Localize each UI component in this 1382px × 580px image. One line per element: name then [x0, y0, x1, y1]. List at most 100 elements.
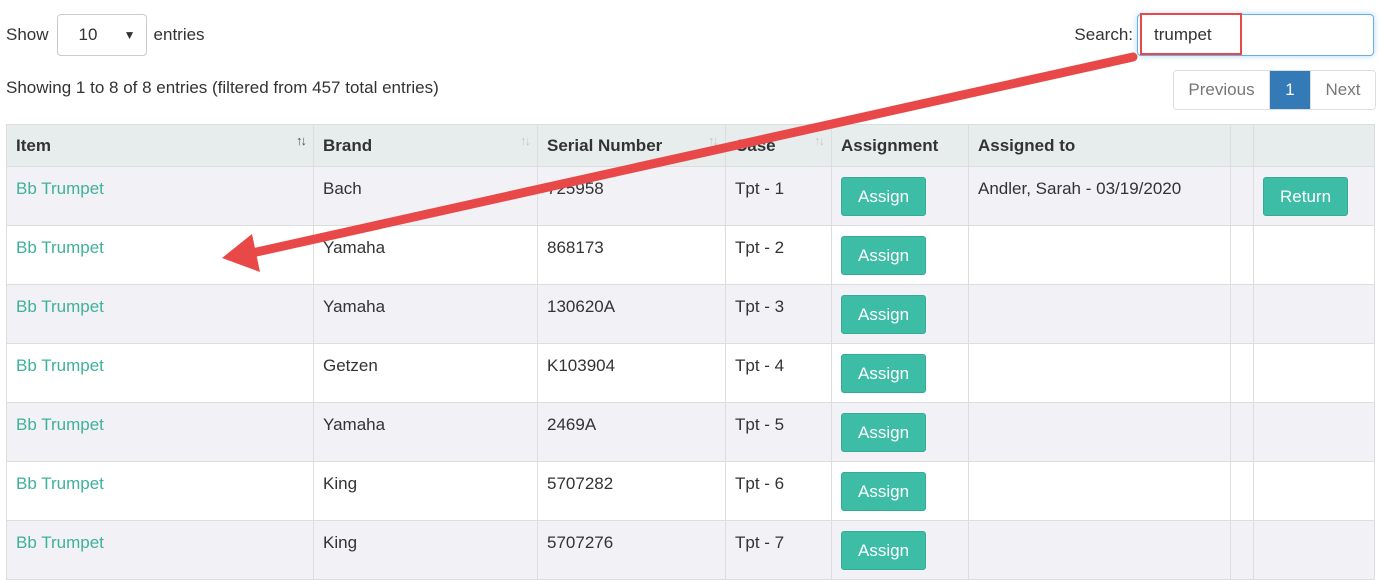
case-cell: Tpt - 4: [725, 343, 832, 403]
show-label: Show: [6, 25, 49, 44]
brand-cell: Getzen: [313, 343, 538, 403]
actions-cell: [1253, 520, 1375, 580]
sort-arrows-icon: ↑↓: [520, 133, 531, 148]
table-row: Bb Trumpet Getzen K103904 Tpt - 4 Assign: [6, 343, 1375, 403]
serial-number-cell: 5707282: [537, 461, 726, 521]
assigned-to-cell: [968, 461, 1231, 521]
assigned-to-cell: [968, 402, 1231, 462]
brand-cell: King: [313, 520, 538, 580]
column-header-case[interactable]: Case ↑↓: [725, 124, 832, 167]
actions-cell: Return: [1253, 166, 1375, 226]
item-cell: Bb Trumpet: [6, 225, 314, 285]
case-cell: Tpt - 2: [725, 225, 832, 285]
actions-cell: [1253, 402, 1375, 462]
item-link[interactable]: Bb Trumpet: [16, 179, 104, 198]
return-button[interactable]: Return: [1263, 177, 1349, 216]
entries-length-control: Show 10 ▼ entries: [6, 14, 205, 56]
assigned-to-cell: [968, 225, 1231, 285]
column-header-blank: [1230, 124, 1254, 167]
brand-cell: Yamaha: [313, 402, 538, 462]
item-cell: Bb Trumpet: [6, 402, 314, 462]
previous-page-button[interactable]: Previous: [1174, 71, 1270, 109]
assign-button[interactable]: Assign: [841, 295, 927, 334]
blank-cell: [1230, 461, 1254, 521]
column-header-serial-number[interactable]: Serial Number ↑↓: [537, 124, 726, 167]
column-header-actions: [1253, 124, 1375, 167]
item-cell: Bb Trumpet: [6, 520, 314, 580]
table-row: Bb Trumpet Yamaha 130620A Tpt - 3 Assign: [6, 284, 1375, 344]
case-cell: Tpt - 1: [725, 166, 832, 226]
next-page-button[interactable]: Next: [1310, 71, 1375, 109]
assignment-cell: Assign: [831, 166, 969, 226]
blank-cell: [1230, 284, 1254, 344]
actions-cell: [1253, 343, 1375, 403]
assigned-to-cell: Andler, Sarah - 03/19/2020: [968, 166, 1231, 226]
assigned-to-cell: [968, 520, 1231, 580]
entries-per-page-select[interactable]: 10 ▼: [56, 14, 147, 56]
item-link[interactable]: Bb Trumpet: [16, 474, 104, 493]
column-header-item[interactable]: Item ↑↓: [6, 124, 314, 167]
search-label: Search:: [1074, 25, 1133, 44]
search-input[interactable]: [1137, 14, 1374, 56]
case-cell: Tpt - 3: [725, 284, 832, 344]
case-cell: Tpt - 5: [725, 402, 832, 462]
item-link[interactable]: Bb Trumpet: [16, 415, 104, 434]
sort-arrows-icon: ↑↓: [708, 133, 719, 148]
table-info-text: Showing 1 to 8 of 8 entries (filtered fr…: [6, 78, 439, 97]
assign-button[interactable]: Assign: [841, 236, 927, 275]
assignment-cell: Assign: [831, 402, 969, 462]
item-cell: Bb Trumpet: [6, 166, 314, 226]
page-1-button[interactable]: 1: [1270, 71, 1310, 109]
blank-cell: [1230, 166, 1254, 226]
table-row: Bb Trumpet King 5707282 Tpt - 6 Assign: [6, 461, 1375, 521]
blank-cell: [1230, 402, 1254, 462]
serial-number-cell: 725958: [537, 166, 726, 226]
actions-cell: [1253, 461, 1375, 521]
blank-cell: [1230, 520, 1254, 580]
assign-button[interactable]: Assign: [841, 354, 927, 393]
instrument-table: Item ↑↓ Brand ↑↓ Serial Number ↑↓ Case ↑↓ As…: [6, 124, 1375, 580]
case-cell: Tpt - 6: [725, 461, 832, 521]
table-row: Bb Trumpet Yamaha 868173 Tpt - 2 Assign: [6, 225, 1375, 285]
item-link[interactable]: Bb Trumpet: [16, 238, 104, 257]
brand-cell: Yamaha: [313, 284, 538, 344]
actions-cell: [1253, 225, 1375, 285]
column-header-assigned-to: Assigned to: [968, 124, 1231, 167]
brand-cell: King: [313, 461, 538, 521]
column-header-assignment: Assignment: [831, 124, 969, 167]
serial-number-cell: K103904: [537, 343, 726, 403]
serial-number-cell: 5707276: [537, 520, 726, 580]
case-cell: Tpt - 7: [725, 520, 832, 580]
table-row: Bb Trumpet Bach 725958 Tpt - 1 Assign Andler,…: [6, 166, 1375, 226]
serial-number-cell: 868173: [537, 225, 726, 285]
caret-down-icon: ▼: [123, 28, 136, 42]
assign-button[interactable]: Assign: [841, 472, 927, 511]
item-link[interactable]: Bb Trumpet: [16, 297, 104, 316]
assignment-cell: Assign: [831, 520, 969, 580]
blank-cell: [1230, 225, 1254, 285]
serial-number-cell: 130620A: [537, 284, 726, 344]
item-link[interactable]: Bb Trumpet: [16, 356, 104, 375]
assign-button[interactable]: Assign: [841, 413, 927, 452]
assign-button[interactable]: Assign: [841, 177, 927, 216]
sort-arrows-icon: ↑↓: [296, 133, 307, 148]
assignment-cell: Assign: [831, 343, 969, 403]
assignment-cell: Assign: [831, 284, 969, 344]
item-cell: Bb Trumpet: [6, 461, 314, 521]
entries-label: entries: [153, 25, 205, 44]
brand-cell: Yamaha: [313, 225, 538, 285]
column-header-brand[interactable]: Brand ↑↓: [313, 124, 538, 167]
entries-per-page-value: 10: [78, 25, 98, 44]
serial-number-cell: 2469A: [537, 402, 726, 462]
actions-cell: [1253, 284, 1375, 344]
brand-cell: Bach: [313, 166, 538, 226]
assign-button[interactable]: Assign: [841, 531, 927, 570]
sort-arrows-icon: ↑↓: [814, 133, 825, 148]
item-link[interactable]: Bb Trumpet: [16, 533, 104, 552]
assigned-to-cell: [968, 284, 1231, 344]
assigned-to-cell: [968, 343, 1231, 403]
table-body: Bb Trumpet Bach 725958 Tpt - 1 Assign Andler,…: [6, 166, 1375, 580]
item-cell: Bb Trumpet: [6, 343, 314, 403]
item-cell: Bb Trumpet: [6, 284, 314, 344]
pagination: Previous 1 Next: [1173, 70, 1376, 110]
